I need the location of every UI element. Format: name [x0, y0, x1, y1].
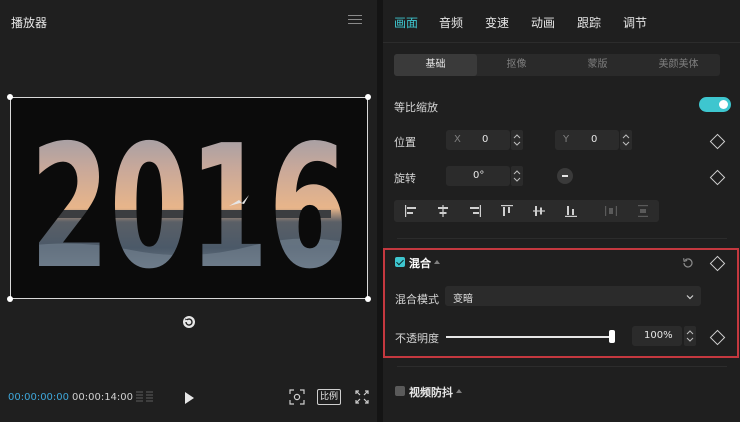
current-timecode: 00:00:00:00 — [8, 392, 70, 403]
tab-adjust[interactable]: 调节 — [623, 14, 647, 31]
opacity-slider-thumb[interactable] — [609, 330, 615, 343]
uniform-scale-toggle[interactable] — [699, 97, 731, 112]
blend-mode-select[interactable]: 变暗 — [445, 286, 701, 306]
tab-animation[interactable]: 动画 — [531, 14, 555, 31]
player-panel: 播放器 2016 — [0, 0, 377, 422]
stabilize-label: 视频防抖 — [409, 386, 453, 399]
align-right-icon[interactable] — [468, 204, 482, 218]
opacity-slider-track[interactable] — [446, 336, 612, 338]
opacity-value: 100% — [644, 330, 673, 341]
align-left-icon[interactable] — [404, 204, 418, 218]
resize-handle-br[interactable] — [365, 296, 371, 302]
align-bottom-icon[interactable] — [564, 204, 578, 218]
position-y-stepper[interactable] — [620, 130, 632, 150]
blend-label: 混合 — [409, 257, 431, 270]
rotation-keyframe-icon[interactable] — [709, 169, 726, 186]
position-x-value: 0 — [482, 134, 489, 145]
tab-picture[interactable]: 画面 — [394, 14, 418, 31]
chevron-down-icon — [686, 291, 694, 300]
screenshot-icon[interactable] — [289, 389, 305, 405]
subtab-mask[interactable]: 蒙版 — [556, 54, 639, 76]
fullscreen-icon[interactable] — [355, 389, 369, 405]
rotation-dial[interactable] — [557, 168, 573, 184]
inspector-tabs: 画面 音频 变速 动画 跟踪 调节 — [383, 0, 740, 43]
distribute-h-icon[interactable] — [604, 204, 618, 218]
position-y-field[interactable]: Y 0 — [555, 130, 619, 150]
rotation-label: 旋转 — [394, 172, 416, 185]
stabilize-collapse-icon[interactable] — [456, 389, 462, 393]
reset-icon[interactable] — [681, 256, 695, 270]
stabilize-checkbox[interactable] — [395, 386, 405, 396]
subtab-basic[interactable]: 基础 — [394, 54, 477, 76]
ratio-button[interactable]: 比例 — [317, 389, 342, 405]
tab-tracking[interactable]: 跟踪 — [577, 14, 601, 31]
position-y-value: 0 — [591, 134, 598, 145]
divider — [397, 238, 727, 239]
opacity-stepper[interactable] — [684, 326, 696, 346]
align-center-h-icon[interactable] — [436, 204, 450, 218]
alignment-toolbar — [394, 200, 659, 222]
blend-checkbox[interactable] — [395, 257, 405, 267]
position-keyframe-icon[interactable] — [709, 133, 726, 150]
blend-collapse-icon[interactable] — [434, 260, 440, 264]
rotation-stepper[interactable] — [511, 166, 523, 186]
position-x-prefix: X — [454, 134, 461, 145]
tab-speed[interactable]: 变速 — [485, 14, 509, 31]
blend-mode-value: 变暗 — [453, 294, 473, 305]
total-timecode: 00:00:14:00 — [72, 392, 134, 403]
video-preview[interactable]: 2016 — [7, 94, 371, 302]
uniform-scale-label: 等比缩放 — [394, 101, 438, 114]
opacity-field[interactable]: 100% — [632, 326, 682, 346]
rotation-value: 0° — [473, 170, 485, 181]
resize-handle-tr[interactable] — [365, 94, 371, 100]
blend-mode-label: 混合模式 — [395, 293, 439, 306]
opacity-label: 不透明度 — [395, 332, 439, 345]
play-icon[interactable] — [183, 391, 195, 405]
rotation-field[interactable]: 0° — [446, 166, 510, 186]
distribute-v-icon[interactable] — [636, 204, 650, 218]
position-y-prefix: Y — [563, 134, 570, 145]
position-label: 位置 — [394, 136, 416, 149]
position-x-stepper[interactable] — [511, 130, 523, 150]
tab-audio[interactable]: 音频 — [439, 14, 463, 31]
align-top-icon[interactable] — [500, 204, 514, 218]
preview-image: 2016 — [11, 98, 367, 298]
subtab-cutout[interactable]: 抠像 — [475, 54, 558, 76]
player-title: 播放器 — [11, 16, 48, 30]
inspector-panel: 画面 音频 变速 动画 跟踪 调节 基础 抠像 蒙版 美颜美体 等比缩放 位置 … — [383, 0, 740, 422]
subtab-bar: 基础 抠像 蒙版 美颜美体 — [394, 54, 720, 76]
position-x-field[interactable]: X 0 — [446, 130, 510, 150]
menu-icon[interactable] — [348, 12, 362, 26]
grid-icon[interactable] — [134, 390, 156, 404]
align-center-v-icon[interactable] — [532, 204, 546, 218]
resize-handle-tl[interactable] — [7, 94, 13, 100]
rotate-icon[interactable] — [182, 315, 196, 329]
subtab-beauty[interactable]: 美颜美体 — [637, 54, 720, 76]
resize-handle-bl[interactable] — [7, 296, 13, 302]
divider — [397, 366, 727, 367]
